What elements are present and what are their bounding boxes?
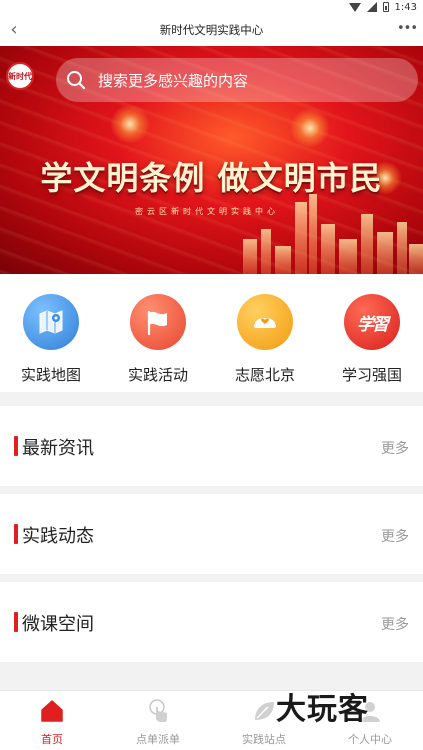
section-more-link[interactable]: 更多 xyxy=(381,614,409,634)
section-practice-updates: 实践动态 更多 xyxy=(0,494,423,574)
quick-access-grid: 实践地图 实践活动 志愿北京 学習 学习强国 xyxy=(0,274,423,392)
section-latest-news: 最新资讯 更多 xyxy=(0,406,423,486)
section-accent-bar xyxy=(14,612,18,632)
banner-logo-text: 新时代 xyxy=(8,71,32,81)
xuexi-icon: 学習 xyxy=(344,294,400,350)
quick-item-label: 志愿北京 xyxy=(234,366,295,384)
quick-item-label: 实践活动 xyxy=(127,366,188,384)
more-dots-icon: ••• xyxy=(397,21,418,36)
leaf-site-icon xyxy=(250,697,278,725)
nav-label: 个人中心 xyxy=(348,733,392,746)
nav-label: 点单派单 xyxy=(136,733,180,746)
tap-order-icon xyxy=(144,697,172,725)
quick-item-xuexi-qiangguo[interactable]: 学習 学习强国 xyxy=(327,294,417,385)
section-accent-bar xyxy=(14,436,18,456)
quick-item-label: 学习强国 xyxy=(341,366,402,384)
hero-banner[interactable]: 新时代 搜索更多感兴趣的内容 学文明条例 做文明市民 密云区新时代文明实践中心 xyxy=(0,46,423,274)
section-more-link[interactable]: 更多 xyxy=(381,526,409,546)
page-title: 新时代文明实践中心 xyxy=(159,23,264,37)
quick-item-practice-activity[interactable]: 实践活动 xyxy=(113,294,203,385)
search-placeholder: 搜索更多感兴趣的内容 xyxy=(98,71,249,90)
flag-icon xyxy=(130,294,186,350)
section-title: 微课空间 xyxy=(22,614,94,635)
civilization-logo-icon: 新时代 xyxy=(6,62,34,90)
volunteer-heart-icon xyxy=(237,294,293,350)
battery-icon xyxy=(382,2,389,12)
status-bar: 1:43 xyxy=(0,0,423,14)
nav-label: 实践站点 xyxy=(242,733,286,746)
nav-item-order-dispatch[interactable]: 点单派单 xyxy=(108,697,208,747)
section-micro-course: 微课空间 更多 xyxy=(0,582,423,662)
app-header: ‹ 新时代文明实践中心 ••• xyxy=(0,14,423,46)
section-title: 实践动态 xyxy=(22,526,94,547)
quick-item-label: 实践地图 xyxy=(20,366,81,384)
section-accent-bar xyxy=(14,524,18,544)
quick-item-volunteer-beijing[interactable]: 志愿北京 xyxy=(220,294,310,385)
signal-icon xyxy=(366,2,377,12)
nav-label: 首页 xyxy=(41,733,63,746)
more-options-button[interactable]: ••• xyxy=(397,18,418,42)
search-icon xyxy=(67,71,86,90)
nav-item-home[interactable]: 首页 xyxy=(2,697,102,747)
section-more-link[interactable]: 更多 xyxy=(381,438,409,458)
home-icon xyxy=(38,697,66,725)
section-title: 最新资讯 xyxy=(22,438,94,459)
map-icon xyxy=(23,294,79,350)
city-skyline-illustration xyxy=(243,194,423,274)
wifi-icon xyxy=(348,2,361,12)
quick-item-practice-map[interactable]: 实践地图 xyxy=(6,294,96,385)
watermark-text: 大玩客 xyxy=(276,692,369,727)
search-input[interactable]: 搜索更多感兴趣的内容 xyxy=(56,58,418,102)
status-time: 1:43 xyxy=(394,1,417,13)
